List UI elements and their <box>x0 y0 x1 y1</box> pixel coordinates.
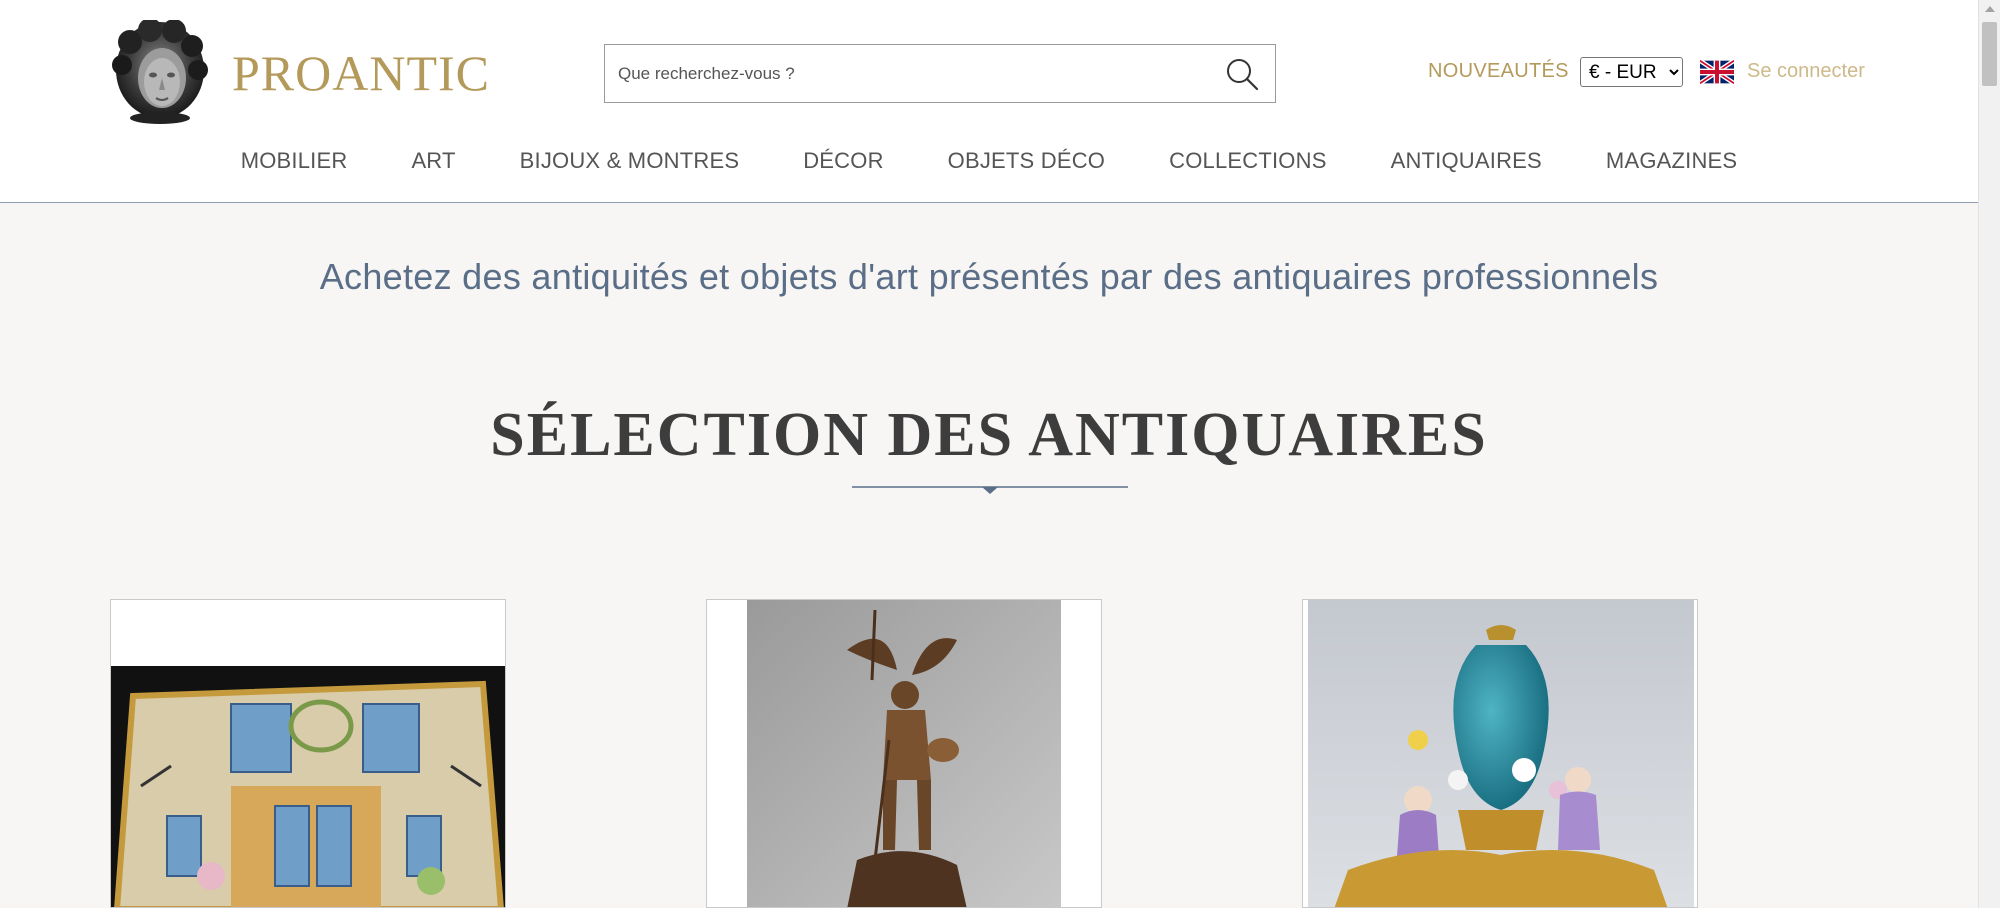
product-image-porcelain-vase <box>1308 600 1694 907</box>
nav-item-collections[interactable]: COLLECTIONS <box>1137 148 1358 174</box>
nav-item-mobilier[interactable]: MOBILIER <box>209 148 380 174</box>
page-scrollbar[interactable] <box>1978 0 2000 908</box>
product-card-bronze-statue[interactable] <box>706 599 1102 908</box>
product-image-bronze-statue <box>747 600 1061 907</box>
tagline: Achetez des antiquités et objets d'art p… <box>319 256 1659 297</box>
nouveautes-link[interactable]: NOUVEAUTÉS <box>1428 60 1569 83</box>
currency-select[interactable]: € - EUR <box>1580 57 1683 87</box>
uk-flag-icon[interactable] <box>1700 60 1734 84</box>
scroll-up-arrow-icon[interactable] <box>1985 6 1995 12</box>
nav-item-antiquaires[interactable]: ANTIQUAIRES <box>1359 148 1574 174</box>
search-icon[interactable] <box>1225 57 1259 91</box>
scroll-thumb[interactable] <box>1982 22 1997 86</box>
product-card-embroidery[interactable] <box>110 599 506 908</box>
logo-text: PROANTIC <box>232 44 491 101</box>
login-link[interactable]: Se connecter <box>1747 60 1865 83</box>
nav-item-decor[interactable]: DÉCOR <box>771 148 915 174</box>
logo-link[interactable]: PROANTIC <box>110 20 490 125</box>
nav-item-objets-deco[interactable]: OBJETS DÉCO <box>916 148 1137 174</box>
search-box <box>604 44 1276 103</box>
section-title: SÉLECTION DES ANTIQUAIRES <box>490 401 1488 469</box>
search-input[interactable] <box>605 45 1205 102</box>
logo-head-icon <box>112 20 208 124</box>
product-image-embroidery <box>111 666 505 907</box>
nav-item-magazines[interactable]: MAGAZINES <box>1574 148 1769 174</box>
nav-item-art[interactable]: ART <box>379 148 487 174</box>
main-nav: MOBILIER ART BIJOUX & MONTRES DÉCOR OBJE… <box>0 148 1978 174</box>
nav-item-bijoux-montres[interactable]: BIJOUX & MONTRES <box>488 148 772 174</box>
product-card-porcelain-vase[interactable] <box>1302 599 1698 908</box>
site-header: PROANTIC NOUVEAUTÉS € - EUR Se connecter… <box>0 0 1978 203</box>
title-divider <box>852 486 1128 494</box>
